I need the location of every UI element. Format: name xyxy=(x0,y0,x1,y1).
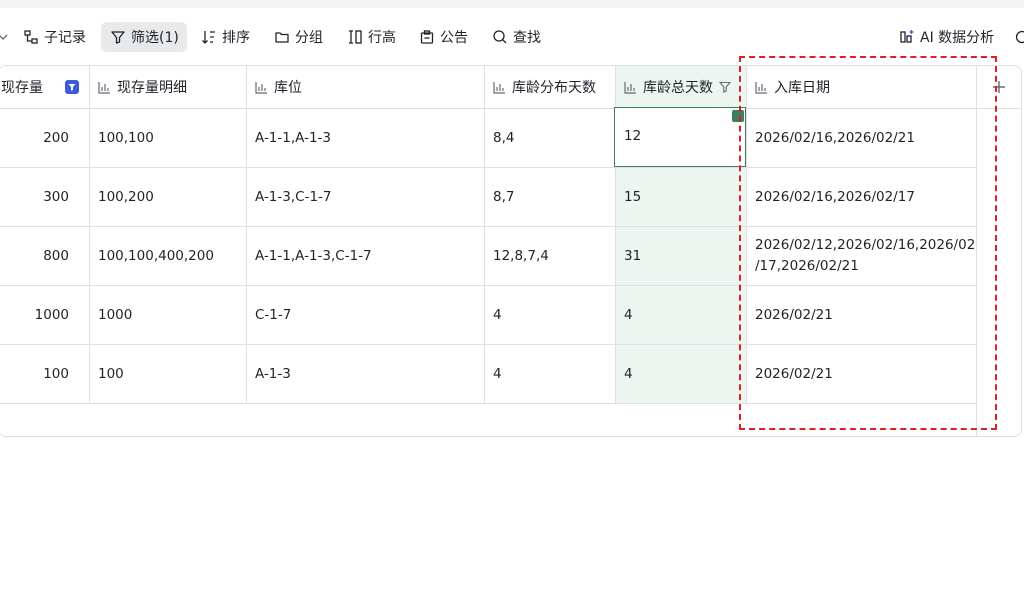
selected-cell-age-total[interactable]: 12 xyxy=(614,107,746,167)
cell-age-dist[interactable]: 4 xyxy=(493,286,615,344)
cell-age-dist[interactable]: 12,8,7,4 xyxy=(493,227,615,285)
cell-location[interactable]: A-1-1,A-1-3 xyxy=(255,109,483,167)
cell-detail[interactable]: 1000 xyxy=(98,286,246,344)
filter-button[interactable]: 筛选(1) xyxy=(101,22,187,52)
group-button[interactable]: 分组 xyxy=(274,22,323,52)
cell-qty[interactable]: 800 xyxy=(0,227,69,285)
ai-analysis-button[interactable]: AI 数据分析 xyxy=(899,22,994,52)
column-header-age-dist[interactable]: 库龄分布天数 xyxy=(485,66,616,108)
column-header-age-total[interactable]: 库龄总天数 xyxy=(616,66,747,108)
announcement-button[interactable]: 公告 xyxy=(419,22,468,52)
cell-date[interactable]: 2026/02/12,2026/02/16,2026/02 /17,2026/0… xyxy=(755,227,975,285)
cell-qty[interactable]: 100 xyxy=(0,345,69,403)
announcement-label: 公告 xyxy=(440,30,468,46)
filter-icon xyxy=(111,31,125,44)
cell-detail[interactable]: 100,200 xyxy=(98,168,246,226)
cell-date[interactable]: 2026/02/21 xyxy=(755,345,975,403)
more-icon[interactable] xyxy=(1015,22,1024,52)
column-header-date[interactable]: 入库日期 xyxy=(747,66,977,108)
cell-age-total[interactable]: 15 xyxy=(624,168,744,226)
row-height-button[interactable]: 行高 xyxy=(347,22,396,52)
folder-icon xyxy=(275,32,289,43)
cell-date-line: 2026/02/12,2026/02/16,2026/02 xyxy=(755,237,976,253)
cell-qty[interactable]: 1000 xyxy=(0,286,69,344)
sort-icon xyxy=(202,31,215,44)
data-grid: 现存量 现存量明细 库位 库龄分布天数 库龄总天数 入库日期 200 100,1… xyxy=(0,65,1022,437)
ai-analysis-icon xyxy=(900,30,914,43)
cell-qty[interactable]: 300 xyxy=(0,168,69,226)
column-header-label: 现存量明细 xyxy=(117,80,187,96)
number-field-icon xyxy=(493,81,505,94)
clipboard-icon xyxy=(420,30,434,44)
cell-age-dist[interactable]: 8,7 xyxy=(493,168,615,226)
column-header-detail[interactable]: 现存量明细 xyxy=(90,66,247,108)
subrecord-icon xyxy=(24,30,38,44)
row-height-icon xyxy=(349,30,362,44)
number-field-icon xyxy=(755,81,767,94)
column-header-label: 库位 xyxy=(274,80,302,96)
cell-detail[interactable]: 100,100,400,200 xyxy=(98,227,246,285)
cell-age-total[interactable]: 4 xyxy=(624,345,744,403)
sort-button[interactable]: 排序 xyxy=(201,22,250,52)
add-column-button[interactable] xyxy=(977,66,1021,108)
column-header-label: 库龄分布天数 xyxy=(512,80,596,96)
search-button[interactable]: 查找 xyxy=(492,22,541,52)
subrecord-button[interactable]: 子记录 xyxy=(23,22,86,52)
column-header-qty[interactable]: 现存量 xyxy=(0,66,90,108)
number-field-icon xyxy=(98,81,110,94)
cell-age-dist[interactable]: 4 xyxy=(493,345,615,403)
number-field-icon xyxy=(624,81,636,94)
filter-label: 筛选(1) xyxy=(131,30,179,46)
sort-label: 排序 xyxy=(222,30,250,46)
cell-date[interactable]: 2026/02/21 xyxy=(755,286,975,344)
cell-detail[interactable]: 100 xyxy=(98,345,246,403)
column-header-label: 现存量 xyxy=(1,80,43,96)
cell-qty[interactable]: 200 xyxy=(0,109,69,167)
plus-icon xyxy=(993,81,1005,93)
cell-age-dist[interactable]: 8,4 xyxy=(493,109,615,167)
cell-age-total[interactable]: 31 xyxy=(624,227,744,285)
row-height-label: 行高 xyxy=(368,30,396,46)
search-icon xyxy=(493,30,507,44)
subrecord-label: 子记录 xyxy=(44,30,86,46)
collapse-chevron-icon[interactable] xyxy=(0,22,13,52)
cell-detail[interactable]: 100,100 xyxy=(98,109,246,167)
top-strip xyxy=(0,0,1024,8)
ai-analysis-label: AI 数据分析 xyxy=(920,30,995,46)
group-label: 分组 xyxy=(295,30,323,46)
column-header-location[interactable]: 库位 xyxy=(247,66,485,108)
cell-location[interactable]: A-1-3,C-1-7 xyxy=(255,168,483,226)
cell-date[interactable]: 2026/02/16,2026/02/21 xyxy=(755,109,975,167)
cell-location[interactable]: C-1-7 xyxy=(255,286,483,344)
filter-badge-icon[interactable] xyxy=(65,80,79,94)
cell-age-total: 12 xyxy=(624,128,642,144)
cell-age-total[interactable]: 4 xyxy=(624,286,744,344)
cell-location[interactable]: A-1-3 xyxy=(255,345,483,403)
filter-icon[interactable] xyxy=(719,81,731,93)
number-field-icon xyxy=(255,81,267,94)
cell-date[interactable]: 2026/02/16,2026/02/17 xyxy=(755,168,975,226)
toolbar: 子记录 筛选(1) 排序 分组 行高 公告 查找 AI 数据分析 xyxy=(0,22,1024,54)
cell-location[interactable]: A-1-1,A-1-3,C-1-7 xyxy=(255,227,483,285)
expand-cell-icon[interactable] xyxy=(732,110,744,122)
column-header-label: 入库日期 xyxy=(774,80,830,96)
column-header-label: 库龄总天数 xyxy=(643,80,713,96)
cell-date-line: /17,2026/02/21 xyxy=(755,258,859,274)
search-label: 查找 xyxy=(513,30,541,46)
